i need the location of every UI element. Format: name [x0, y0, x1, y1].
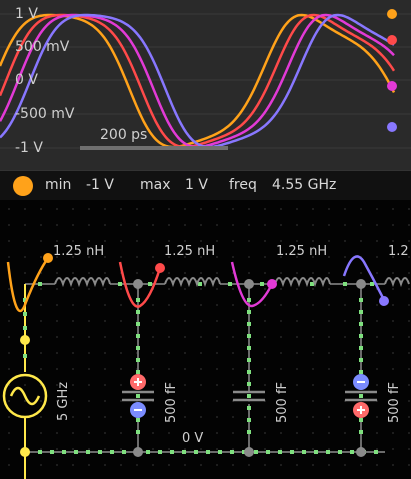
time-scale-bar [80, 146, 228, 150]
cap-2-label[interactable]: 500 fF [275, 382, 290, 423]
source-freq-label[interactable]: 5 GHz [56, 382, 71, 421]
cap-3-label[interactable]: 500 fF [387, 382, 402, 423]
scope-trace-4 [0, 13, 395, 149]
inductor-3-label[interactable]: 1.25 nH [276, 244, 327, 259]
wires [25, 283, 385, 453]
scope-trace-end-1 [387, 9, 397, 19]
max-label: max [140, 177, 171, 193]
oscilloscope-panel[interactable]: 1 V 500 mV 0 V -500 mV -1 V 200 ps [0, 0, 411, 170]
ground-label: 0 V [182, 431, 204, 446]
max-value: 1 V [185, 177, 208, 193]
inductor-2-label[interactable]: 1.25 nH [164, 244, 215, 259]
freq-value: 4.55 GHz [272, 177, 337, 193]
scope-trace-1 [0, 13, 396, 149]
scope-trace-end-3 [387, 81, 397, 91]
y-label-1v: 1 V [15, 6, 38, 22]
y-label-neg500mv: -500 mV [15, 106, 75, 122]
min-label: min [45, 177, 72, 193]
scope-trace-end-4 [387, 122, 397, 132]
scope-trace-end-2 [387, 35, 397, 45]
y-label-neg1v: -1 V [15, 140, 43, 156]
y-label-500mv: 500 mV [15, 39, 70, 55]
scope-trace-2 [0, 13, 396, 149]
probe-info-bar[interactable]: min -1 V max 1 V freq 4.55 GHz [0, 170, 411, 201]
inductor-1-label[interactable]: 1.25 nH [53, 244, 104, 259]
circuit-canvas[interactable]: 1.25 nH 1.25 nH 1.25 nH 1.2 5 GHz 500 fF… [0, 200, 411, 479]
inductor-4-label[interactable]: 1.2 [388, 244, 409, 259]
scope-traces [0, 9, 411, 149]
time-scale-label: 200 ps [100, 127, 148, 143]
y-label-0v: 0 V [15, 72, 38, 88]
probe-color-dot[interactable] [13, 176, 33, 196]
freq-label: freq [229, 177, 257, 193]
min-value: -1 V [86, 177, 114, 193]
cap-1-label[interactable]: 500 fF [164, 382, 179, 423]
scope-trace-3 [0, 13, 395, 149]
circuit-schematic [2, 208, 410, 479]
